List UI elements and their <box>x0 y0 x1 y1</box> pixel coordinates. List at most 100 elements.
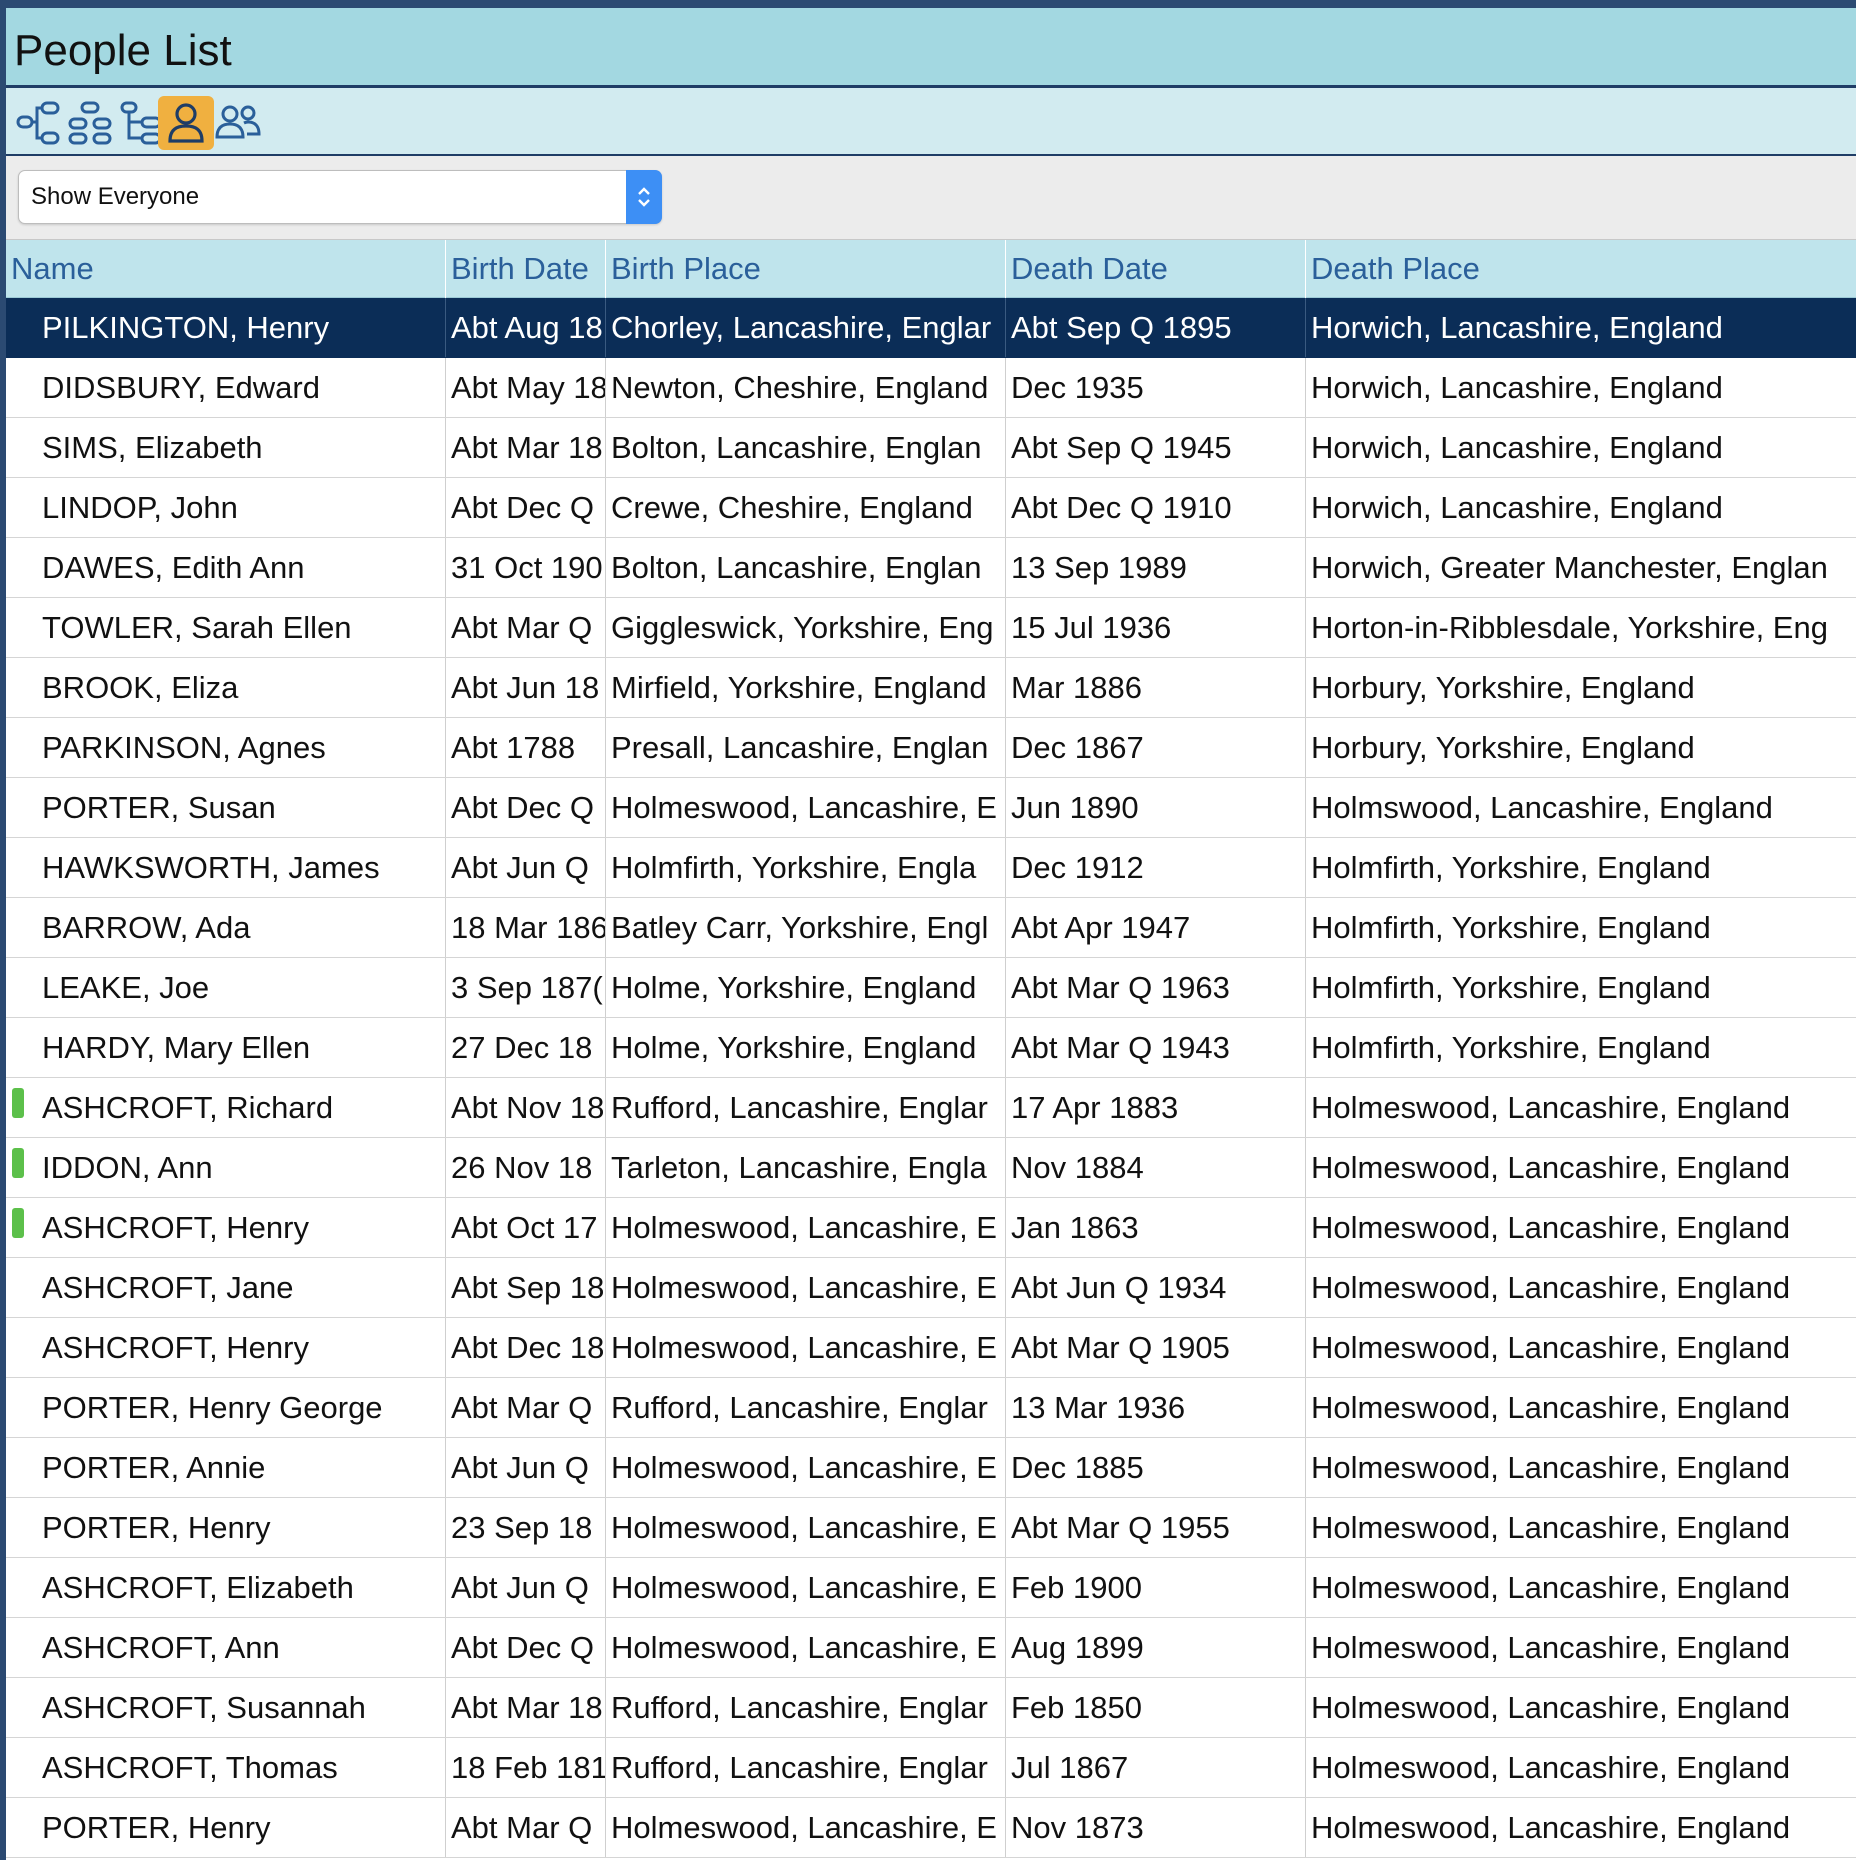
cell-birth-place: Rufford, Lancashire, Englar <box>606 1378 1006 1437</box>
cell-name: HARDY, Mary Ellen <box>6 1018 446 1077</box>
family-view-button[interactable] <box>210 96 266 150</box>
cell-birth-place: Holmeswood, Lancashire, E <box>606 1558 1006 1617</box>
table-row[interactable]: ASHCROFT, Thomas 18 Feb 181 Rufford, Lanca… <box>6 1738 1856 1798</box>
cell-death-place: Holmeswood, Lancashire, England <box>1311 1150 1791 1185</box>
cell-birth-date: 18 Feb 181 <box>446 1738 606 1797</box>
cell-death-date: Abt Dec Q 1910 <box>1006 478 1306 537</box>
cell-death-date: Jun 1890 <box>1006 778 1306 837</box>
cell-birth-place: Holmeswood, Lancashire, E <box>606 1498 1006 1557</box>
column-header-death-place[interactable]: Death Place <box>1306 240 1856 298</box>
table-row[interactable]: HAWKSWORTH, James Abt Jun Q Holmfirth, Yor… <box>6 838 1856 898</box>
cell-name: PORTER, Henry <box>6 1798 446 1857</box>
view-toolbar <box>6 88 1856 156</box>
cell-death-date: Dec 1885 <box>1006 1438 1306 1497</box>
column-header-birth-date[interactable]: Birth Date <box>446 240 606 298</box>
person-list-view-button[interactable] <box>158 96 214 150</box>
table-row[interactable]: PORTER, Henry 23 Sep 18 Holmeswood, Lancas… <box>6 1498 1856 1558</box>
cell-name: PORTER, Annie <box>6 1438 446 1497</box>
table-row[interactable]: PARKINSON, Agnes Abt 1788 Presall, Lancash… <box>6 718 1856 778</box>
table-row[interactable]: ASHCROFT, Henry Abt Dec 18 Holmeswood, Lan… <box>6 1318 1856 1378</box>
cell-death-place: Horwich, Lancashire, England <box>1311 490 1723 525</box>
table-row[interactable]: DAWES, Edith Ann 31 Oct 190 Bolton, Lancas… <box>6 538 1856 598</box>
cell-birth-date: 27 Dec 18 <box>446 1018 606 1077</box>
cell-birth-place: Holmeswood, Lancashire, E <box>606 1618 1006 1677</box>
table-row[interactable]: DIDSBURY, Edward Abt May 18 Newton, Cheshi… <box>6 358 1856 418</box>
cell-death-place: Horbury, Yorkshire, England <box>1311 670 1695 705</box>
cell-name: PARKINSON, Agnes <box>6 718 446 777</box>
cell-name: SIMS, Elizabeth <box>6 418 446 477</box>
column-header-birth-place[interactable]: Birth Place <box>606 240 1006 298</box>
cell-birth-place: Giggleswick, Yorkshire, Eng <box>606 598 1006 657</box>
table-row[interactable]: SIMS, Elizabeth Abt Mar 18 Bolton, Lancash… <box>6 418 1856 478</box>
cell-birth-place: Chorley, Lancashire, Englar <box>606 298 1006 357</box>
cell-name: ASHCROFT, Susannah <box>6 1678 446 1737</box>
cell-death-date: Abt Mar Q 1943 <box>1006 1018 1306 1077</box>
select-arrows-icon[interactable] <box>626 170 662 224</box>
cell-birth-place: Holmeswood, Lancashire, E <box>606 1198 1006 1257</box>
table-row[interactable]: PILKINGTON, Henry Abt Aug 18 Chorley, Lanc… <box>6 298 1856 358</box>
cell-birth-date: Abt May 18 <box>446 358 606 417</box>
table-row[interactable]: BROOK, Eliza Abt Jun 18 Mirfield, Yorkshir… <box>6 658 1856 718</box>
table-row[interactable]: ASHCROFT, Jane Abt Sep 18 Holmeswood, Lanc… <box>6 1258 1856 1318</box>
table-row[interactable]: HARDY, Mary Ellen 27 Dec 18 Holme, Yorkshi… <box>6 1018 1856 1078</box>
cell-name: PORTER, Susan <box>6 778 446 837</box>
cell-birth-place: Rufford, Lancashire, Englar <box>606 1678 1006 1737</box>
table-row[interactable]: LINDOP, John Abt Dec Q Crewe, Cheshire, En… <box>6 478 1856 538</box>
cell-birth-date: 31 Oct 190 <box>446 538 606 597</box>
cell-death-place: Holmeswood, Lancashire, England <box>1311 1750 1791 1785</box>
cell-death-date: Dec 1867 <box>1006 718 1306 777</box>
table-row[interactable]: PORTER, Annie Abt Jun Q Holmeswood, Lancas… <box>6 1438 1856 1498</box>
cell-name: PILKINGTON, Henry <box>6 298 446 357</box>
cell-birth-date: 23 Sep 18 <box>446 1498 606 1557</box>
single-person-icon <box>168 103 204 143</box>
table-row[interactable]: TOWLER, Sarah Ellen Abt Mar Q Giggleswick,… <box>6 598 1856 658</box>
cell-death-place: Holmeswood, Lancashire, England <box>1311 1810 1791 1845</box>
column-header-name[interactable]: Name <box>6 240 446 298</box>
cell-death-date: 17 Apr 1883 <box>1006 1078 1306 1137</box>
cell-birth-place: Batley Carr, Yorkshire, Engl <box>606 898 1006 957</box>
table-row[interactable]: ASHCROFT, Ann Abt Dec Q Holmeswood, Lancas… <box>6 1618 1856 1678</box>
cell-death-place: Horton-in-Ribblesdale, Yorkshire, Eng <box>1311 610 1828 645</box>
table-header: Name Birth Date Birth Place Death Date D… <box>6 240 1856 298</box>
table-row[interactable]: PORTER, Henry George Abt Mar Q Rufford, La… <box>6 1378 1856 1438</box>
pedigree-tree-icon <box>16 101 60 145</box>
table-row[interactable]: PORTER, Henry Abt Mar Q Holmeswood, Lancas… <box>6 1798 1856 1858</box>
cell-birth-date: Abt Mar 18 <box>446 1678 606 1737</box>
cell-birth-place: Holmeswood, Lancashire, E <box>606 1438 1006 1497</box>
cell-birth-date: Abt Dec Q <box>446 478 606 537</box>
cell-death-date: Abt Jun Q 1934 <box>1006 1258 1306 1317</box>
cell-birth-place: Crewe, Cheshire, England <box>606 478 1006 537</box>
cell-birth-place: Holmeswood, Lancashire, E <box>606 778 1006 837</box>
table-row[interactable]: LEAKE, Joe 3 Sep 187(Holme, Yorkshire, En… <box>6 958 1856 1018</box>
cell-death-place: Holmfirth, Yorkshire, England <box>1311 850 1711 885</box>
column-header-death-date[interactable]: Death Date <box>1006 240 1306 298</box>
cell-birth-date: Abt Dec Q <box>446 778 606 837</box>
cell-death-place: Holmeswood, Lancashire, England <box>1311 1330 1791 1365</box>
cell-death-date: Abt Sep Q 1895 <box>1006 298 1306 357</box>
title-bar: People List <box>6 8 1856 88</box>
cell-birth-date: Abt Mar Q <box>446 1798 606 1857</box>
table-row[interactable]: ASHCROFT, Richard Abt Nov 18 Rufford, Lanc… <box>6 1078 1856 1138</box>
table-row[interactable]: ASHCROFT, Susannah Abt Mar 18 Rufford, Lan… <box>6 1678 1856 1738</box>
cell-death-date: Dec 1935 <box>1006 358 1306 417</box>
cell-birth-date: Abt Mar 18 <box>446 418 606 477</box>
cell-death-place: Horwich, Lancashire, England <box>1311 310 1723 345</box>
table-row[interactable]: IDDON, Ann 26 Nov 18 Tarleton, Lancashire,… <box>6 1138 1856 1198</box>
cell-death-place: Holmeswood, Lancashire, England <box>1311 1270 1791 1305</box>
cell-birth-date: Abt Jun Q <box>446 1438 606 1497</box>
table-row[interactable]: ASHCROFT, Henry Abt Oct 17 Holmeswood, Lan… <box>6 1198 1856 1258</box>
people-filter-select[interactable]: Show Everyone <box>18 170 662 224</box>
cell-death-date: Jul 1867 <box>1006 1738 1306 1797</box>
cell-birth-place: Rufford, Lancashire, Englar <box>606 1078 1006 1137</box>
cell-death-place: Holmeswood, Lancashire, England <box>1311 1510 1791 1545</box>
table-row[interactable]: ASHCROFT, Elizabeth Abt Jun Q Holmeswood, … <box>6 1558 1856 1618</box>
cell-name: LEAKE, Joe <box>6 958 446 1017</box>
table-row[interactable]: BARROW, Ada 18 Mar 186 Batley Carr, Yorksh… <box>6 898 1856 958</box>
cell-death-place: Holmeswood, Lancashire, England <box>1311 1630 1791 1665</box>
cell-death-date: Nov 1884 <box>1006 1138 1306 1197</box>
cell-birth-date: Abt Aug 18 <box>446 298 606 357</box>
descendant-view-button[interactable] <box>62 96 118 150</box>
table-row[interactable]: PORTER, Susan Abt Dec Q Holmeswood, Lancas… <box>6 778 1856 838</box>
pedigree-view-button[interactable] <box>10 96 66 150</box>
cell-birth-date: 26 Nov 18 <box>446 1138 606 1197</box>
